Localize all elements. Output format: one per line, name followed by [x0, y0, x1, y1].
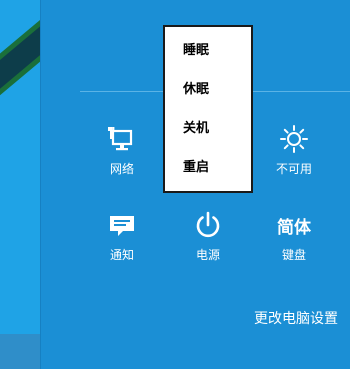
menu-item-hibernate[interactable]: 休眠: [165, 70, 251, 109]
change-pc-settings-link[interactable]: 更改电脑设置: [254, 308, 338, 328]
notifications-tile[interactable]: 通知: [82, 206, 162, 263]
brightness-label: 不可用: [275, 162, 312, 176]
notifications-icon: [82, 206, 162, 244]
brightness-tile[interactable]: 不可用: [254, 120, 334, 177]
menu-item-shutdown[interactable]: 关机: [165, 109, 251, 148]
desktop-background-strip: [0, 0, 40, 369]
network-tile[interactable]: 网络: [82, 120, 162, 177]
menu-item-sleep[interactable]: 睡眠: [165, 31, 251, 70]
menu-item-restart[interactable]: 重启: [165, 148, 251, 187]
power-icon: [168, 206, 248, 244]
taskbar-edge: [0, 334, 40, 369]
network-label: 网络: [109, 162, 134, 176]
network-icon: [82, 120, 162, 158]
power-options-menu: 睡眠 休眠 关机 重启: [163, 25, 253, 193]
keyboard-language-indicator: 简体: [277, 217, 311, 238]
notifications-label: 通知: [109, 248, 134, 262]
keyboard-tile[interactable]: 简体 键盘: [254, 206, 334, 263]
power-tile[interactable]: 电源: [168, 206, 248, 263]
keyboard-label: 键盘: [281, 248, 306, 262]
brightness-icon: [254, 120, 334, 158]
background-decoration: [0, 22, 40, 110]
power-label: 电源: [195, 248, 220, 262]
